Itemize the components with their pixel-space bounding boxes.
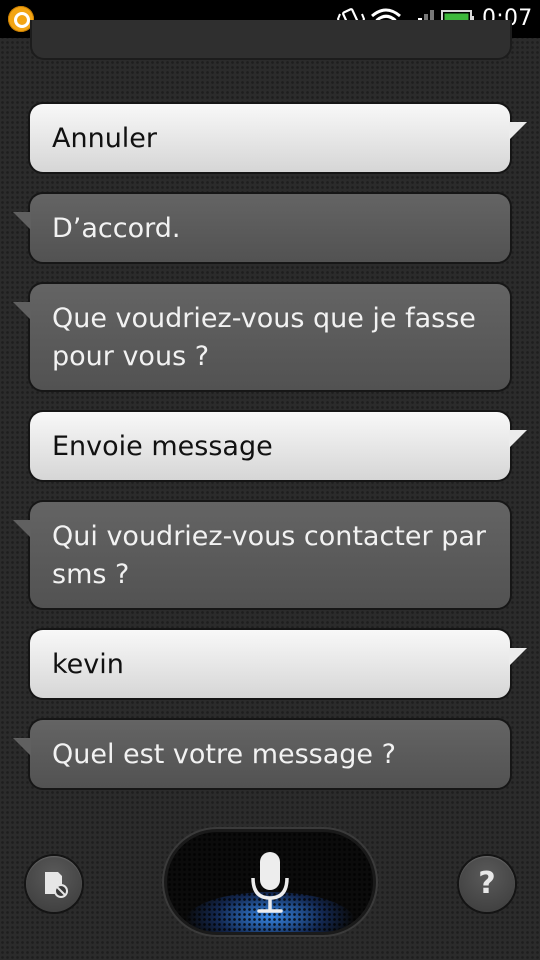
message-text: Que voudriez-vous que je fasse pour vous…	[52, 303, 476, 372]
help-button[interactable]: ?	[459, 856, 515, 912]
message-bubble-assistant: Qui voudriez-vous contacter par sms ?	[13, 502, 510, 608]
bubble-tail	[13, 212, 31, 230]
previous-content-panel	[30, 20, 512, 60]
bubble-tail	[509, 648, 527, 666]
message-bubble-user: Annuler	[30, 104, 527, 172]
message-bubble-assistant: D’accord.	[13, 194, 510, 262]
message-text: D’accord.	[52, 213, 181, 244]
settings-button[interactable]	[26, 856, 82, 912]
message-text: Envoie message	[52, 431, 273, 462]
bubble-tail	[13, 520, 31, 538]
bubble-tail	[13, 302, 31, 320]
message-bubble-user: Envoie message	[30, 412, 527, 480]
bubble-tail	[509, 122, 527, 140]
bubble-tail	[509, 430, 527, 448]
message-text: Qui voudriez-vous contacter par sms ?	[52, 521, 486, 590]
message-bubble-assistant: Quel est votre message ?	[13, 720, 510, 788]
microphone-button[interactable]	[167, 832, 373, 932]
message-bubble-user: kevin	[30, 630, 527, 698]
bubble-tail	[13, 738, 31, 756]
settings-card-icon	[45, 872, 68, 898]
message-text: Quel est votre message ?	[52, 739, 396, 770]
help-icon: ?	[478, 866, 496, 901]
microphone-icon	[251, 852, 289, 913]
message-text: kevin	[52, 649, 124, 680]
message-text: Annuler	[52, 123, 158, 154]
message-bubble-assistant: Que voudriez-vous que je fasse pour vous…	[13, 284, 510, 390]
